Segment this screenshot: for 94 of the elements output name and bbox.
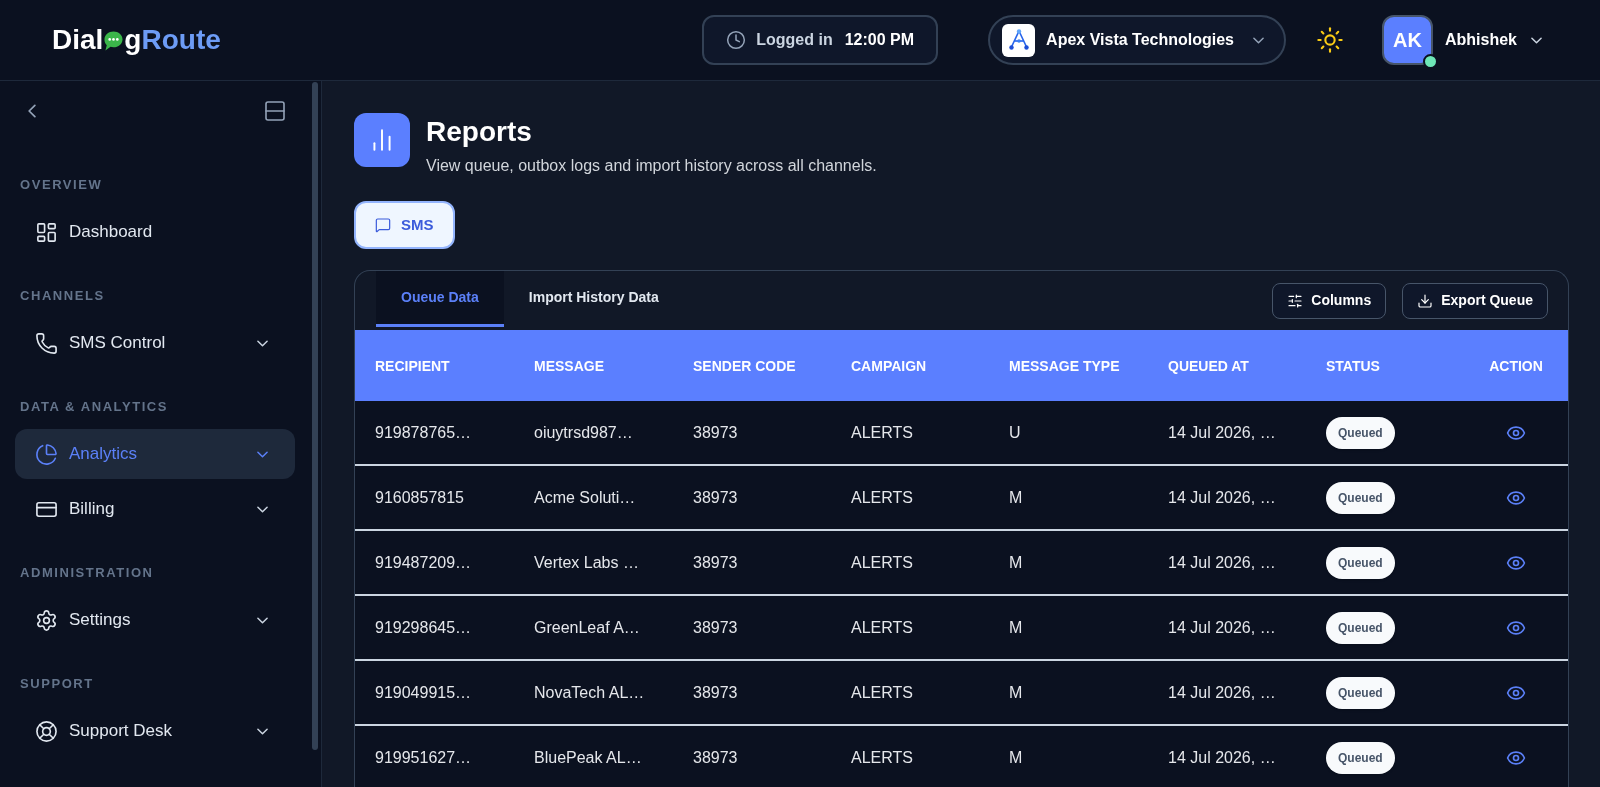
sidebar-item[interactable]: Analytics (15, 429, 295, 479)
table-cell-text: Vertex Labs … (534, 552, 639, 573)
column-header: CAMPAIGN (851, 356, 927, 375)
table-cell-text: ALERTS (851, 552, 913, 573)
section-heading: OVERVIEW (19, 177, 104, 193)
table-cell-text: 14 Jul 2026, … (1168, 487, 1276, 508)
column-header: QUEUED AT (1168, 356, 1249, 375)
lifebuoy-icon (35, 719, 58, 743)
report-tab[interactable]: Import History Data (503, 271, 684, 327)
table-cell-text: M (1009, 487, 1023, 508)
section-heading: ADMINISTRATION (19, 565, 155, 581)
scrollbar-thumb[interactable] (312, 82, 318, 750)
clock-icon (726, 30, 747, 50)
page-subtitle: View queue, outbox logs and import history across all channels. (426, 156, 877, 176)
table-cell-text: 919487209… (375, 552, 472, 573)
table-cell-text: 919878765… (375, 422, 472, 443)
sidebar-item[interactable]: SMS Control (15, 318, 295, 368)
column-header: MESSAGE (534, 356, 604, 375)
login-time: 12:00 PM (844, 30, 915, 50)
table-cell-text: 919298645… (375, 617, 472, 638)
status-badge: Queued (1326, 741, 1395, 774)
table-cell-text: ALERTS (851, 617, 913, 638)
company-logo-icon (1002, 23, 1036, 57)
table-cell-text: U (1009, 422, 1021, 443)
column-header: ACTION (1489, 356, 1543, 375)
sliders-icon (1287, 292, 1304, 309)
chevron-left-icon[interactable] (28, 104, 36, 118)
dashboard-icon (35, 220, 58, 244)
sidebar-item[interactable]: Support Desk (15, 706, 295, 756)
table-cell-text: GreenLeaf A… (534, 617, 640, 638)
report-tab[interactable]: Oueue Data (376, 271, 504, 327)
table-cell-text: 14 Jul 2026, … (1168, 747, 1276, 768)
table-cell-text: 38973 (693, 422, 738, 443)
table-cell-text: M (1009, 747, 1023, 768)
table-cell-text: 38973 (693, 617, 738, 638)
message-icon (375, 217, 391, 233)
table-cell-text: ALERTS (851, 422, 913, 443)
table-cell-text: 9160857815 (375, 487, 464, 508)
sidebar-item[interactable]: Settings (15, 595, 295, 645)
user-avatar[interactable]: AK (1382, 15, 1433, 65)
status-badge: Queued (1326, 676, 1395, 709)
user-name[interactable]: Abhishek (1445, 28, 1517, 52)
table-cell-text: 919951627… (375, 747, 472, 768)
settings-icon (35, 608, 58, 632)
table-cell-text: M (1009, 552, 1023, 573)
table-cell-text: BluePeak AL… (534, 747, 642, 768)
status-badge: Queued (1326, 611, 1395, 644)
status-badge: Queued (1326, 481, 1395, 514)
export-button[interactable]: Export Queue (1402, 282, 1548, 319)
table-cell-text: 14 Jul 2026, … (1168, 422, 1276, 443)
table-cell-text: NovaTech AL… (534, 682, 645, 703)
table-cell-text: 38973 (693, 682, 738, 703)
status-badge: Queued (1326, 546, 1395, 579)
table-cell-text: 14 Jul 2026, … (1168, 617, 1276, 638)
table-cell-text: 38973 (693, 487, 738, 508)
chevron-down-icon (1253, 36, 1264, 44)
table-cell-text: 14 Jul 2026, … (1168, 552, 1276, 573)
table-cell-text: ALERTS (851, 487, 913, 508)
organization-select[interactable]: Apex Vista Technologies (988, 15, 1286, 65)
column-header: STATUS (1326, 356, 1380, 375)
pie-chart-icon (35, 442, 58, 466)
bar-chart-icon (354, 113, 410, 167)
page-title: Reports (426, 115, 533, 149)
table-cell-text: 38973 (693, 552, 738, 573)
chat-bubble-icon (104, 31, 124, 51)
logo-text: Dial (52, 26, 104, 54)
table-cell-text: 38973 (693, 747, 738, 768)
status-badge: Queued (1326, 416, 1395, 449)
sidebar-item[interactable]: Dashboard (15, 207, 295, 257)
chevron-down-icon (1531, 36, 1542, 44)
table-cell-text: ALERTS (851, 747, 913, 768)
table-cell-text: 14 Jul 2026, … (1168, 682, 1276, 703)
column-header: MESSAGE TYPE (1009, 356, 1120, 375)
section-heading: SUPPORT (19, 676, 95, 692)
table-cell-text: ALERTS (851, 682, 913, 703)
table-cell-text: 919049915… (375, 682, 472, 703)
channel-tab[interactable]: SMS (354, 201, 455, 249)
table-cell-text: M (1009, 682, 1023, 703)
split-panel-icon[interactable] (263, 99, 287, 123)
section-heading: CHANNELS (19, 288, 106, 304)
phone-icon (35, 331, 58, 355)
column-header: RECIPIENT (375, 356, 450, 375)
download-icon (1417, 292, 1434, 309)
login-label: Logged in (756, 30, 833, 50)
section-heading: DATA & ANALYTICS (19, 399, 169, 415)
sun-icon[interactable] (1316, 26, 1344, 54)
table-cell-text: Acme Soluti… (534, 487, 636, 508)
logo-text: Route (141, 26, 221, 54)
column-header: SENDER CODE (693, 356, 796, 375)
table-cell-text: oiuytrsd987… (534, 422, 633, 443)
sidebar-item[interactable]: Billing (15, 484, 295, 534)
logo-text: g (124, 26, 142, 54)
table-cell-text: M (1009, 617, 1023, 638)
columns-button[interactable]: Columns (1272, 282, 1387, 319)
